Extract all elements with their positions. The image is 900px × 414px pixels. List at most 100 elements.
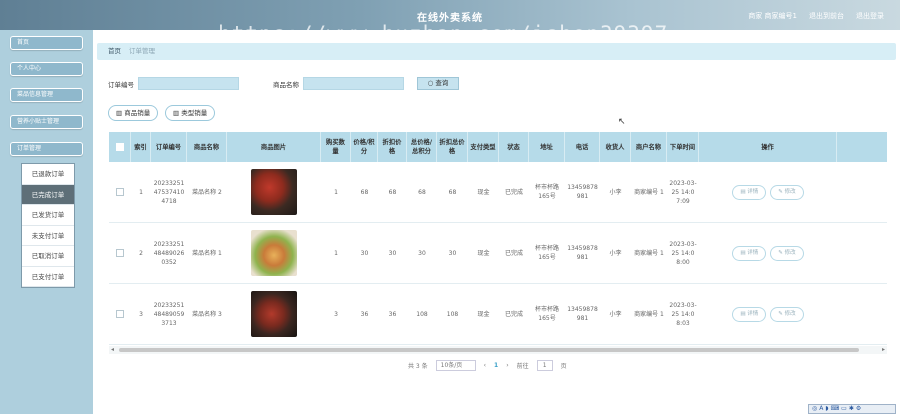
cell-price: 30 bbox=[360, 249, 369, 257]
ime-toolbar[interactable]: ◎A◗⌨▭✱⚙ bbox=[808, 404, 896, 414]
cell-order-time: 2023-03-25 14:0 8:03 bbox=[669, 301, 697, 327]
edit-button[interactable]: ✎ 修改 bbox=[770, 245, 804, 261]
cell-status: 已完成 bbox=[504, 310, 523, 318]
cell-order-time: 2023-03-25 14:0 8:00 bbox=[669, 240, 697, 266]
cell-index: 3 bbox=[139, 310, 143, 318]
cell-image bbox=[227, 284, 321, 344]
cell-discount: 68 bbox=[388, 188, 397, 196]
col-discount: 折扣价格 bbox=[378, 132, 407, 162]
cell-status: 已完成 bbox=[504, 249, 523, 257]
cell-receiver: 小李 bbox=[609, 249, 622, 257]
horizontal-scrollbar[interactable]: ◂ ▸ bbox=[109, 346, 887, 354]
col-image: 商品图片 bbox=[227, 132, 321, 162]
cell-merchant: 商家编号 1 bbox=[634, 249, 664, 257]
col-index: 索引 bbox=[131, 132, 151, 162]
order-no-input[interactable] bbox=[138, 77, 239, 90]
food-photo-3 bbox=[251, 291, 297, 337]
cell-qty: 1 bbox=[334, 188, 338, 196]
col-address: 地址 bbox=[529, 132, 565, 162]
sidebar-item-home[interactable]: 首页 bbox=[10, 36, 83, 50]
order-no-label: 订单编号 bbox=[108, 80, 134, 89]
pagination: 共 3 条 10条/页 ‹ 1 › 前往 1 页 bbox=[408, 360, 567, 371]
sidebar-item-orders[interactable]: 订单管理 bbox=[10, 142, 83, 156]
detail-button[interactable]: ▤ 详情 bbox=[732, 184, 767, 200]
cell-product: 菜品名称 3 bbox=[192, 310, 222, 318]
cell-order-no: 20233251 48489026 0352 bbox=[153, 240, 185, 266]
submenu-completed[interactable]: 已完成订单 bbox=[22, 184, 74, 205]
cell-total: 108 bbox=[416, 310, 428, 318]
cell-product: 菜品名称 2 bbox=[192, 188, 222, 196]
cell-discount-total: 108 bbox=[446, 310, 459, 318]
cell-order-no: 20233251 48489059 3713 bbox=[153, 301, 185, 327]
breadcrumb-home[interactable]: 首页 bbox=[108, 47, 121, 55]
cell-address: 杯市杯路 165号 bbox=[534, 184, 559, 200]
page-size-select[interactable]: 10条/页 bbox=[435, 360, 476, 371]
sidebar-item-dishes[interactable]: 菜品信息管理 bbox=[10, 88, 83, 102]
cell-image bbox=[227, 223, 321, 283]
logout-link[interactable]: 退出登录 bbox=[856, 11, 884, 21]
submenu-unpaid[interactable]: 未支付订单 bbox=[22, 226, 74, 246]
orders-submenu: 已退款订单 已完成订单 已发货订单 未支付订单 已取消订单 已支付订单 bbox=[21, 163, 75, 288]
next-page-button[interactable]: › bbox=[506, 362, 508, 369]
cell-order-time: 2023-03-25 14:0 7:09 bbox=[669, 179, 697, 205]
search-bar: 订单编号 商品名称 ○ 查询 bbox=[108, 77, 459, 90]
sidebar-item-tips[interactable]: 营养小贴士管理 bbox=[10, 115, 83, 129]
row-checkbox[interactable] bbox=[109, 284, 131, 344]
edit-button[interactable]: ✎ 修改 bbox=[770, 306, 804, 322]
cell-qty: 3 bbox=[334, 310, 338, 318]
cell-price: 36 bbox=[360, 310, 369, 318]
table-header: 索引 订单编号 商品名称 商品图片 购买数量 价格/积分 折扣价格 总价格/总积… bbox=[109, 132, 887, 162]
cell-pay-type: 现金 bbox=[477, 249, 490, 257]
col-discount-total: 折扣总价格 bbox=[437, 132, 468, 162]
cell-qty: 1 bbox=[334, 249, 338, 257]
scrollbar-thumb[interactable] bbox=[119, 348, 859, 352]
detail-button[interactable]: ▤ 详情 bbox=[732, 245, 767, 261]
cell-phone: 13459878 981 bbox=[567, 184, 598, 200]
cell-order-no: 20233251 47537410 4718 bbox=[153, 179, 185, 205]
col-actions: 操作 bbox=[699, 132, 837, 162]
type-sales-button[interactable]: ▥ 类型销量 bbox=[165, 105, 216, 121]
submenu-shipped[interactable]: 已发货订单 bbox=[22, 205, 74, 226]
submenu-paid[interactable]: 已支付订单 bbox=[22, 267, 74, 287]
cell-discount: 30 bbox=[388, 249, 397, 257]
orders-table: 索引 订单编号 商品名称 商品图片 购买数量 价格/积分 折扣价格 总价格/总积… bbox=[109, 132, 887, 345]
table-row: 1 20233251 47537410 4718 菜品名称 2 1 68 68 … bbox=[109, 162, 887, 223]
row-checkbox[interactable] bbox=[109, 223, 131, 283]
col-price: 价格/积分 bbox=[351, 132, 378, 162]
page-number-current[interactable]: 1 bbox=[494, 362, 498, 369]
cell-address: 杯市杯路 165号 bbox=[534, 245, 559, 261]
col-qty: 购买数量 bbox=[321, 132, 351, 162]
col-status: 状态 bbox=[499, 132, 529, 162]
prev-page-button[interactable]: ‹ bbox=[484, 362, 486, 369]
food-photo-1 bbox=[251, 169, 297, 215]
col-total: 总价格/总积分 bbox=[407, 132, 437, 162]
cell-total: 68 bbox=[418, 188, 426, 196]
cell-total: 30 bbox=[418, 249, 426, 257]
sidebar-item-profile[interactable]: 个人中心 bbox=[10, 62, 83, 76]
exit-to-front-link[interactable]: 退出到前台 bbox=[809, 11, 844, 21]
cell-merchant: 商家编号 1 bbox=[634, 188, 664, 196]
product-name-input[interactable] bbox=[303, 77, 404, 90]
cell-status: 已完成 bbox=[504, 188, 523, 196]
query-button[interactable]: ○ 查询 bbox=[417, 77, 459, 90]
cell-discount: 36 bbox=[388, 310, 397, 318]
row-checkbox[interactable] bbox=[109, 162, 131, 222]
submenu-refunded[interactable]: 已退款订单 bbox=[22, 164, 74, 185]
food-photo-2 bbox=[251, 230, 297, 276]
col-merchant: 商户名称 bbox=[631, 132, 667, 162]
submenu-cancelled[interactable]: 已取消订单 bbox=[22, 246, 74, 267]
cell-discount-total: 68 bbox=[448, 188, 457, 196]
total-count: 共 3 条 bbox=[408, 363, 428, 370]
product-sales-button[interactable]: ▥ 商品销量 bbox=[108, 105, 159, 121]
col-receiver: 收货人 bbox=[600, 132, 631, 162]
cell-pay-type: 现金 bbox=[477, 188, 490, 196]
cell-phone: 13459878 981 bbox=[567, 245, 598, 261]
scroll-right-arrow-icon[interactable]: ▸ bbox=[882, 346, 885, 354]
edit-button[interactable]: ✎ 修改 bbox=[770, 184, 804, 200]
detail-button[interactable]: ▤ 详情 bbox=[732, 306, 767, 322]
breadcrumb-current: 订单管理 bbox=[129, 47, 155, 55]
goto-page-input[interactable]: 1 bbox=[536, 360, 553, 371]
select-all-checkbox[interactable] bbox=[109, 132, 131, 162]
current-user: 商家 商家编号1 bbox=[748, 12, 797, 20]
scroll-left-arrow-icon[interactable]: ◂ bbox=[111, 346, 114, 354]
